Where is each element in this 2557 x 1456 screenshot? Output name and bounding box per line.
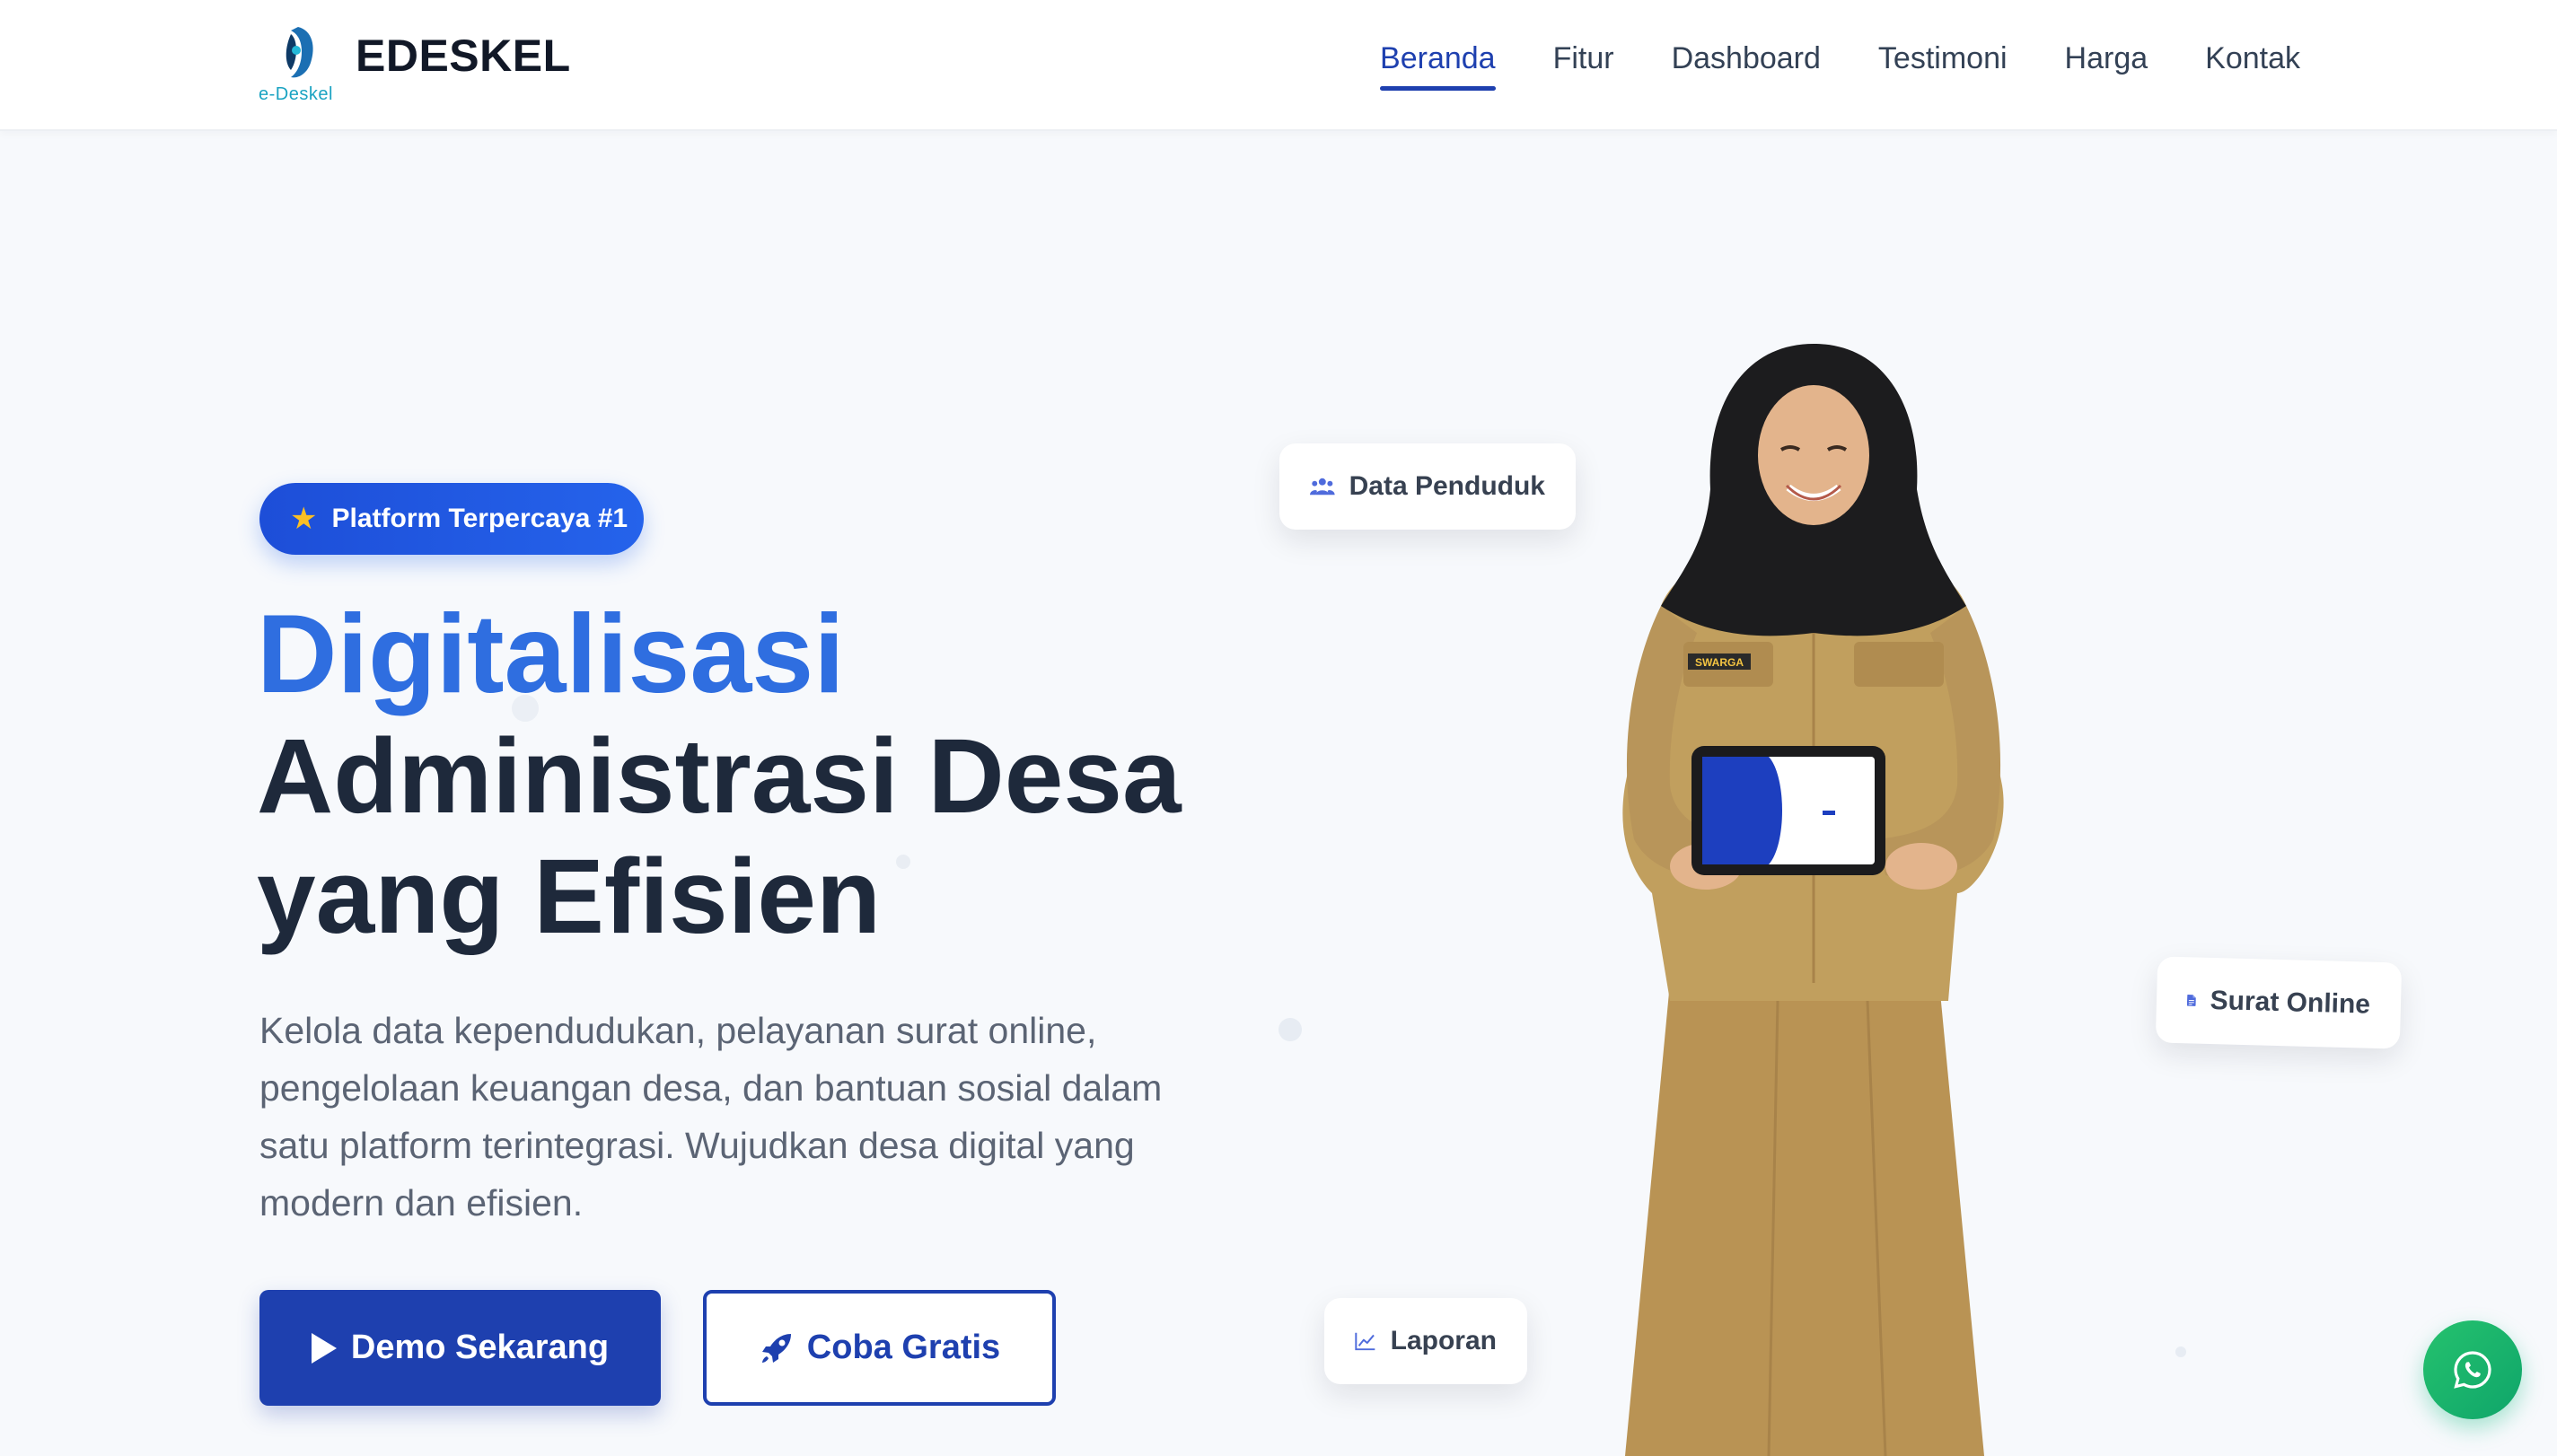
trust-badge: ★ Platform Terpercaya #1 <box>259 483 644 555</box>
reports-label: Laporan <box>1390 1326 1497 1355</box>
chart-line-icon <box>1355 1332 1375 1351</box>
nav-item-testimoni[interactable]: Testimoni <box>1878 41 2008 91</box>
officer-name-tag: SWARGA <box>1695 656 1744 669</box>
try-free-button-label: Coba Gratis <box>806 1329 1001 1366</box>
online-letter-label: Surat Online <box>2210 986 2371 1020</box>
try-free-button[interactable]: Coba Gratis <box>703 1290 1056 1406</box>
badge-label: Platform Terpercaya #1 <box>331 504 628 533</box>
main-nav: Beranda Fitur Dashboard Testimoni Harga … <box>1380 41 2300 91</box>
logo-mark-icon <box>286 27 313 78</box>
whatsapp-icon <box>2454 1351 2491 1389</box>
population-data-label: Data Penduduk <box>1349 471 1545 501</box>
document-icon <box>2186 995 2196 1006</box>
nav-item-beranda[interactable]: Beranda <box>1380 41 1496 91</box>
hero-title: Digitalisasi Administrasi Desa yang Efis… <box>257 592 1182 957</box>
hero-title-line2: Administrasi Desa <box>257 717 1182 836</box>
whatsapp-chat-button[interactable] <box>2423 1320 2522 1419</box>
users-icon <box>1310 478 1335 496</box>
decorative-dot <box>2175 1346 2186 1357</box>
rocket-icon <box>761 1333 791 1363</box>
navbar: e-Deskel EDESKEL Beranda Fitur Dashboard… <box>0 0 2557 131</box>
demo-button[interactable]: Demo Sekarang <box>259 1290 661 1406</box>
brand-logo: e-Deskel <box>259 23 336 106</box>
brand-name: EDESKEL <box>356 31 571 81</box>
nav-item-kontak[interactable]: Kontak <box>2205 41 2300 91</box>
village-officer-illustration: SWARGA <box>1622 344 2004 1456</box>
decorative-dot <box>1278 1018 1302 1041</box>
reports-card: Laporan <box>1324 1298 1527 1384</box>
nav-item-fitur[interactable]: Fitur <box>1553 41 1614 91</box>
hero-title-line3: yang Efisien <box>257 838 882 956</box>
hero-title-highlight: Digitalisasi <box>257 592 845 716</box>
play-icon <box>311 1332 337 1364</box>
star-icon: ★ <box>290 502 318 536</box>
nav-item-harga[interactable]: Harga <box>2065 41 2148 91</box>
nav-item-dashboard[interactable]: Dashboard <box>1672 41 1821 91</box>
logo-subtext: e-Deskel <box>259 84 333 104</box>
hero-description: Kelola data kependudukan, pelayanan sura… <box>259 1010 1163 1224</box>
brand-logo-link[interactable]: e-Deskel EDESKEL <box>259 23 571 106</box>
online-letter-card: Surat Online <box>2155 956 2403 1049</box>
population-data-card: Data Penduduk <box>1279 443 1576 530</box>
demo-button-label: Demo Sekarang <box>350 1329 610 1366</box>
